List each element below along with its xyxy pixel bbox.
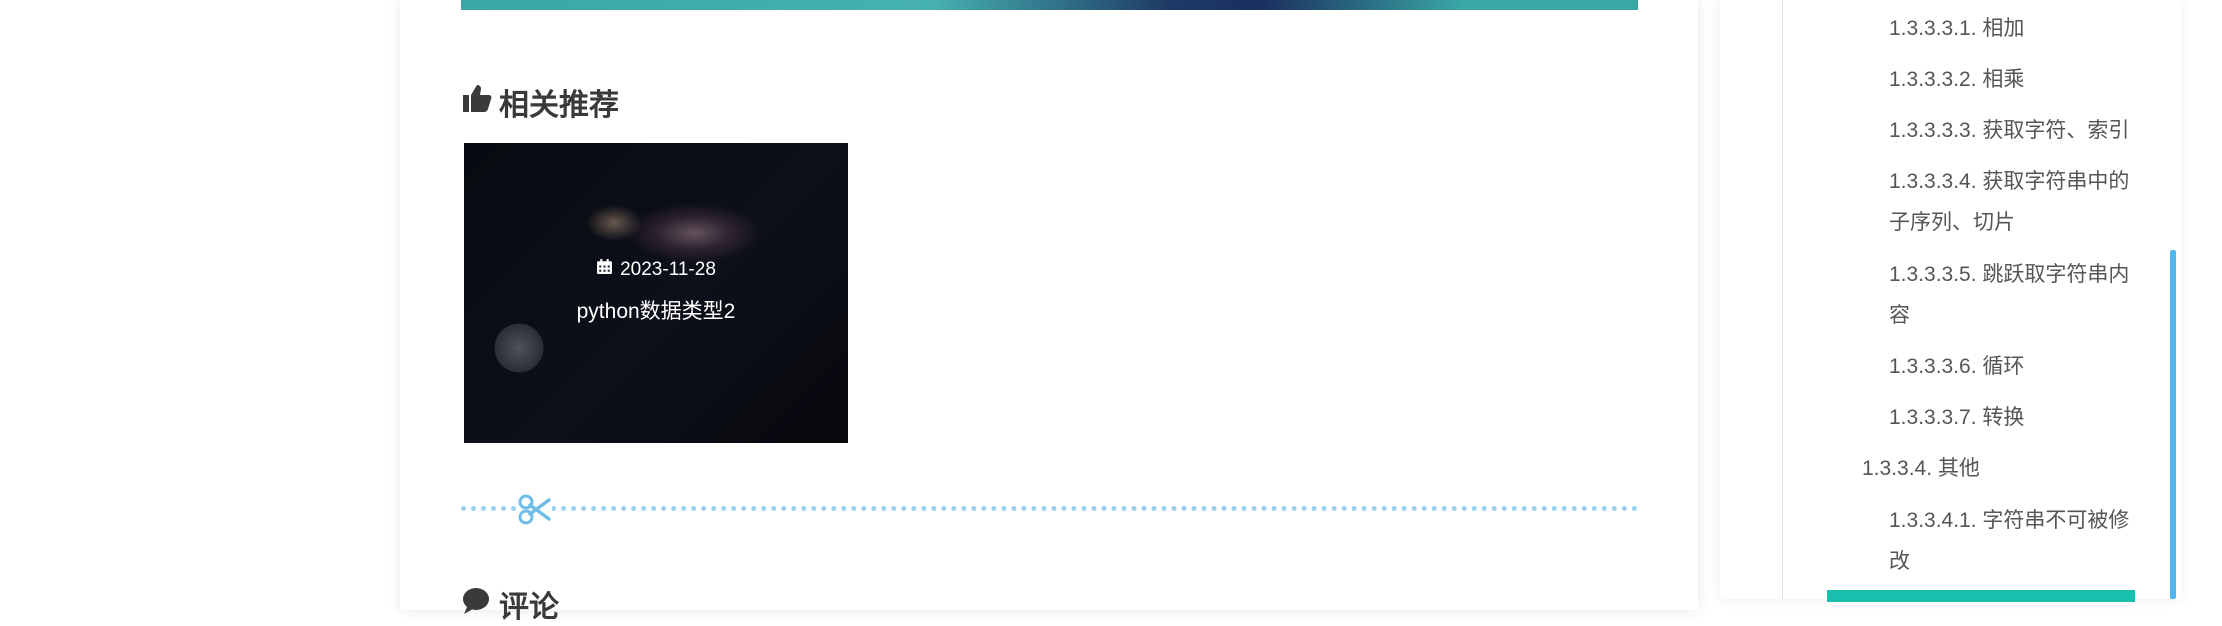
toc-item[interactable]: 1.3.3.3.7. 转换 xyxy=(1889,397,2024,438)
comments-heading-text: 评论 xyxy=(499,591,559,624)
page: 相关推荐 2023-11-28 python数据类型2 评论 1.3.3.3.1… xyxy=(0,0,2222,624)
toc-item[interactable]: 1.3.3.3.4. 获取字符串中的 xyxy=(1889,161,2129,202)
toc-item[interactable]: 1.3.3.3.5. 跳跃取字符串内 xyxy=(1889,254,2129,295)
toc-item[interactable]: 1.3.3.4. 其他 xyxy=(1862,448,1980,489)
related-post-title[interactable]: python数据类型2 xyxy=(464,295,848,325)
related-post-date-text: 2023-11-28 xyxy=(620,258,716,280)
toc-item-continuation[interactable]: 子序列、切片 xyxy=(1889,202,2015,243)
hero-image-bottom xyxy=(461,0,1638,10)
comments-heading: 评论 xyxy=(461,582,559,626)
toc-item[interactable]: 1.3.3.4.1. 字符串不可被修 xyxy=(1889,500,2129,541)
toc-item[interactable]: 1.3.3.3.1. 相加 xyxy=(1889,8,2024,49)
related-post-date: 2023-11-28 xyxy=(596,258,716,281)
toc-item-continuation[interactable]: 容 xyxy=(1889,295,1910,336)
related-heading: 相关推荐 xyxy=(461,80,619,124)
related-post-card[interactable]: 2023-11-28 python数据类型2 xyxy=(464,143,848,443)
calendar-icon xyxy=(596,258,613,281)
scissors-icon xyxy=(518,492,552,526)
article-card: 相关推荐 2023-11-28 python数据类型2 评论 xyxy=(400,0,1698,624)
toc-scroll-indicator[interactable] xyxy=(2170,250,2176,599)
toc-item-continuation[interactable]: 改 xyxy=(1889,541,1910,582)
comment-icon xyxy=(461,585,491,623)
toc-item[interactable]: 1.3.3.3.6. 循环 xyxy=(1889,346,2024,387)
toc-item[interactable]: 1.3.3.3.3. 获取字符、索引 xyxy=(1889,110,2129,151)
thumbs-up-icon xyxy=(461,82,493,122)
toc-active-item[interactable] xyxy=(1827,590,2135,602)
section-divider xyxy=(461,506,1638,511)
toc-item[interactable]: 1.3.3.3.2. 相乘 xyxy=(1889,59,2024,100)
related-heading-text: 相关推荐 xyxy=(499,89,619,122)
related-post-meta: 2023-11-28 python数据类型2 xyxy=(464,258,848,325)
